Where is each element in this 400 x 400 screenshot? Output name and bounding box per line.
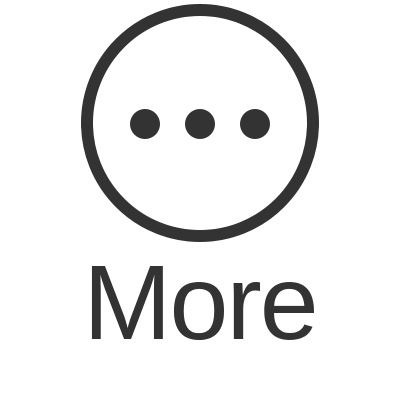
more-label: More bbox=[83, 244, 319, 362]
icon-dot-left bbox=[130, 109, 160, 139]
icon-dot-center bbox=[185, 109, 215, 139]
more-button[interactable]: More bbox=[0, 0, 400, 400]
more-horizontal-circle-icon bbox=[76, 0, 326, 250]
icon-dot-right bbox=[240, 109, 270, 139]
